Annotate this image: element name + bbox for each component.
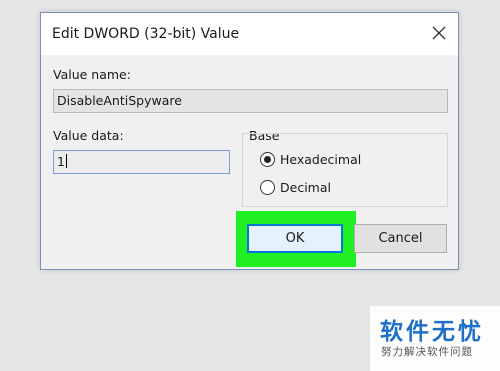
watermark: 软件无忧 努力解决软件问题 [370, 306, 500, 371]
value-data-text: 1 [57, 154, 65, 169]
value-name-field: DisableAntiSpyware [53, 89, 448, 113]
ok-button[interactable]: OK [247, 224, 343, 253]
value-data-input[interactable]: 1 [53, 150, 230, 174]
radio-hexadecimal[interactable]: Hexadecimal [260, 152, 361, 167]
radio-unchecked-icon [260, 180, 275, 195]
cancel-button[interactable]: Cancel [354, 224, 447, 253]
value-data-label: Value data: [53, 128, 124, 143]
radio-decimal-label: Decimal [280, 180, 331, 195]
close-icon [432, 26, 446, 40]
watermark-title: 软件无忧 [380, 319, 484, 345]
text-caret [65, 154, 67, 168]
radio-checked-icon [260, 152, 275, 167]
dialog-title: Edit DWORD (32-bit) Value [52, 26, 240, 42]
radio-decimal[interactable]: Decimal [260, 180, 331, 195]
watermark-subtitle: 努力解决软件问题 [381, 346, 473, 358]
close-button[interactable] [430, 24, 448, 42]
value-name-label: Value name: [53, 67, 131, 82]
title-bar: Edit DWORD (32-bit) Value [41, 13, 458, 55]
radio-hexadecimal-label: Hexadecimal [280, 152, 362, 167]
base-groupbox [242, 133, 448, 207]
